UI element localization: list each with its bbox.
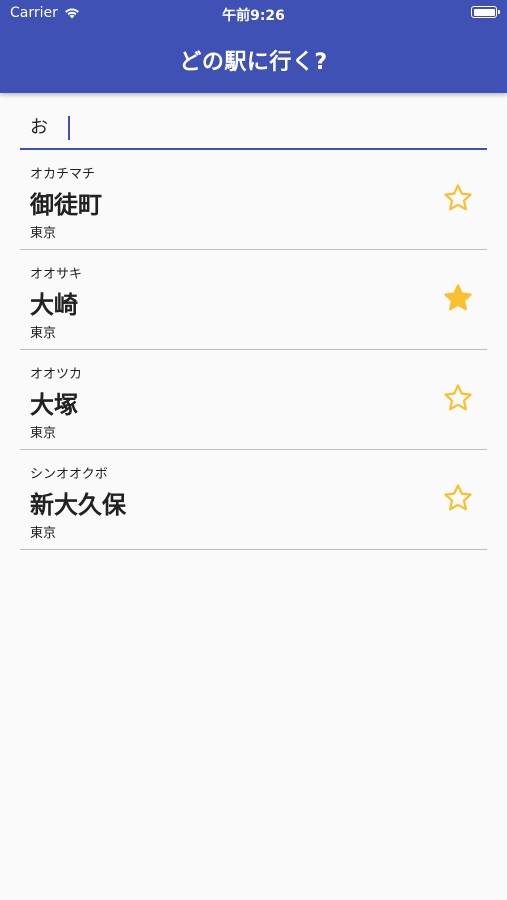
list-item[interactable]: シンオオクボ新大久保東京	[20, 450, 487, 550]
station-area: 東京	[30, 226, 57, 241]
star-outline-icon[interactable]	[443, 383, 473, 413]
station-name: 新大久保	[30, 491, 126, 519]
clock: 午前9:26	[222, 8, 285, 24]
app-bar: Carrier 午前9:26 どの駅に行く?	[0, 0, 507, 93]
station-area: 東京	[30, 526, 57, 541]
station-list: オカチマチ 御徒町 東京 オオサキ 大崎 東京 オオツカ 大塚 東京 シンオオクボ 新大久保 東京	[20, 150, 487, 550]
station-area: 東京	[30, 426, 57, 441]
app-screen: Carrier 午前9:26 どの駅に行く? オカチマチ御徒町東京オオサキ大崎東…	[0, 0, 507, 900]
search-field[interactable]	[20, 104, 487, 150]
star-filled-icon[interactable]	[443, 283, 473, 313]
station-kana: オオサキ	[30, 267, 83, 282]
page-title: どの駅に行く?	[179, 50, 328, 75]
list-item[interactable]: オカチマチ御徒町東京	[20, 150, 487, 250]
list-item[interactable]: オオツカ 大塚 東京	[20, 350, 487, 450]
station-name: 大崎	[30, 291, 78, 319]
station-kana: シンオオクボ	[30, 467, 108, 482]
battery-icon	[471, 6, 500, 18]
text-caret	[68, 116, 70, 140]
star-outline-icon[interactable]	[443, 183, 473, 213]
list-item[interactable]: オオサキ 大崎 東京	[20, 250, 487, 350]
station-name: 御徒町	[30, 191, 102, 219]
star-outline-icon[interactable]	[443, 483, 473, 513]
station-name: 大塚	[30, 391, 78, 419]
status-bar: Carrier 午前9:26	[0, 0, 507, 28]
station-area: 東京	[30, 326, 57, 341]
search-input[interactable]	[30, 112, 470, 140]
station-kana: オカチマチ	[30, 167, 96, 182]
station-kana: オオツカ	[30, 367, 83, 382]
